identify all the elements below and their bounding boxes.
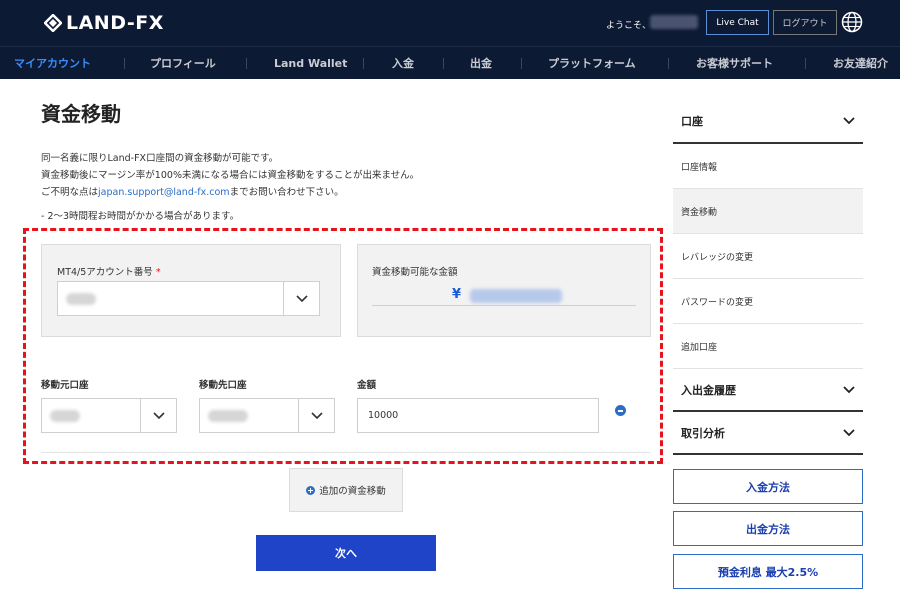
live-chat-button[interactable]: Live Chat [706, 10, 769, 35]
deposit-interest-button[interactable]: 預金利息 最大2.5% [673, 554, 863, 589]
form-divider [41, 452, 651, 453]
add-transfer-label: 追加の資金移動 [319, 486, 386, 497]
amount-underline [372, 305, 636, 306]
plus-circle-icon [306, 485, 316, 495]
chevron-down-icon [283, 282, 319, 315]
chevron-down-icon [298, 399, 334, 432]
page-title: 資金移動 [41, 102, 121, 126]
to-account-value-redacted [208, 409, 248, 422]
sidebar-item-add-account[interactable]: 追加口座 [673, 324, 863, 369]
available-amount-label: 資金移動可能な金額 [372, 267, 458, 278]
chevron-down-icon [140, 399, 176, 432]
sidebar-item-account-info[interactable]: 口座情報 [673, 144, 863, 189]
amount-label: 金額 [357, 377, 376, 391]
amount-label-text: 金額 [357, 380, 377, 391]
nav-profile[interactable]: プロフィール [150, 47, 216, 79]
next-button[interactable]: 次へ [256, 535, 436, 571]
contact-prefix: ご不明な点は [41, 187, 99, 198]
to-account-label-text: 移動先口座 [199, 380, 247, 391]
sidebar-section-account-label: 口座 [681, 115, 703, 128]
sidebar-item-fund-transfer[interactable]: 資金移動 [673, 189, 863, 234]
available-amount-redacted [470, 289, 562, 303]
nav-separator [124, 58, 125, 69]
main-nav: マイアカウント プロフィール Land Wallet 入金 出金 プラットフォー… [0, 46, 900, 79]
from-account-select[interactable] [41, 398, 177, 433]
username-redacted [650, 15, 698, 29]
deposit-method-button[interactable]: 入金方法 [673, 469, 863, 504]
remove-row-icon[interactable] [615, 405, 626, 416]
account-number-select[interactable] [57, 281, 320, 316]
nav-referral[interactable]: お友達紹介 [833, 47, 888, 79]
chevron-down-icon [843, 386, 855, 394]
account-number-label-text: MT4/5アカウント番号 [57, 267, 153, 278]
nav-separator [246, 58, 247, 69]
sidebar-section-analysis-label: 取引分析 [681, 427, 725, 440]
sidebar-item-password[interactable]: パスワードの変更 [673, 279, 863, 324]
from-account-value-redacted [50, 409, 80, 422]
chevron-down-icon [843, 429, 855, 437]
required-mark: * [155, 267, 161, 278]
logo-diamond-icon [44, 14, 62, 32]
account-number-label: MT4/5アカウント番号 * [57, 264, 161, 278]
description-line-2: 資金移動後にマージン率が100%未満になる場合には資金移動をすることが出来ません… [41, 170, 420, 181]
logo-text: LAND-FX [66, 12, 164, 34]
nav-land-wallet[interactable]: Land Wallet [274, 47, 347, 79]
sidebar-rule [673, 453, 863, 455]
logout-button[interactable]: ログアウト [773, 10, 837, 35]
description-line-3: ご不明な点はjapan.support@land-fx.comまでお問い合わせ下… [41, 184, 344, 198]
support-email-link[interactable]: japan.support@land-fx.com [98, 187, 230, 198]
to-account-label: 移動先口座 [199, 377, 247, 391]
welcome-text: ようこそ、 [606, 21, 652, 31]
nav-my-account[interactable]: マイアカウント [14, 47, 91, 79]
to-account-select[interactable] [199, 398, 335, 433]
sidebar-section-history-label: 入出金履歴 [681, 384, 736, 397]
withdraw-method-button[interactable]: 出金方法 [673, 511, 863, 546]
amount-input[interactable]: 10000 [357, 398, 599, 433]
from-account-label-text: 移動元口座 [41, 380, 89, 391]
top-bar: LAND-FX ようこそ、 Live Chat ログアウト [0, 0, 900, 46]
chevron-down-icon [843, 117, 855, 125]
contact-suffix: までお問い合わせ下さい。 [229, 187, 344, 198]
sidebar-section-account[interactable]: 口座 [673, 100, 863, 142]
logo[interactable]: LAND-FX [44, 12, 164, 34]
globe-icon[interactable] [841, 11, 863, 33]
nav-separator [805, 58, 806, 69]
nav-platform[interactable]: プラットフォーム [548, 47, 636, 79]
yen-symbol: ¥ [452, 287, 462, 302]
nav-separator [443, 58, 444, 69]
nav-separator [668, 58, 669, 69]
account-number-value-redacted [66, 292, 96, 305]
processing-time-note: - 2〜3時間程お時間がかかる場合があります。 [41, 211, 240, 222]
sidebar-section-history[interactable]: 入出金履歴 [673, 369, 863, 411]
description-line-1: 同一名義に限りLand-FX口座間の資金移動が可能です。 [41, 153, 279, 164]
nav-withdraw[interactable]: 出金 [470, 47, 492, 79]
sidebar-item-leverage[interactable]: レバレッジの変更 [673, 234, 863, 279]
nav-support[interactable]: お客様サポート [696, 47, 773, 79]
nav-deposit[interactable]: 入金 [392, 47, 414, 79]
sidebar-section-analysis[interactable]: 取引分析 [673, 412, 863, 454]
from-account-label: 移動元口座 [41, 377, 89, 391]
nav-separator [363, 58, 364, 69]
nav-separator [521, 58, 522, 69]
add-transfer-button[interactable]: 追加の資金移動 [289, 468, 403, 512]
